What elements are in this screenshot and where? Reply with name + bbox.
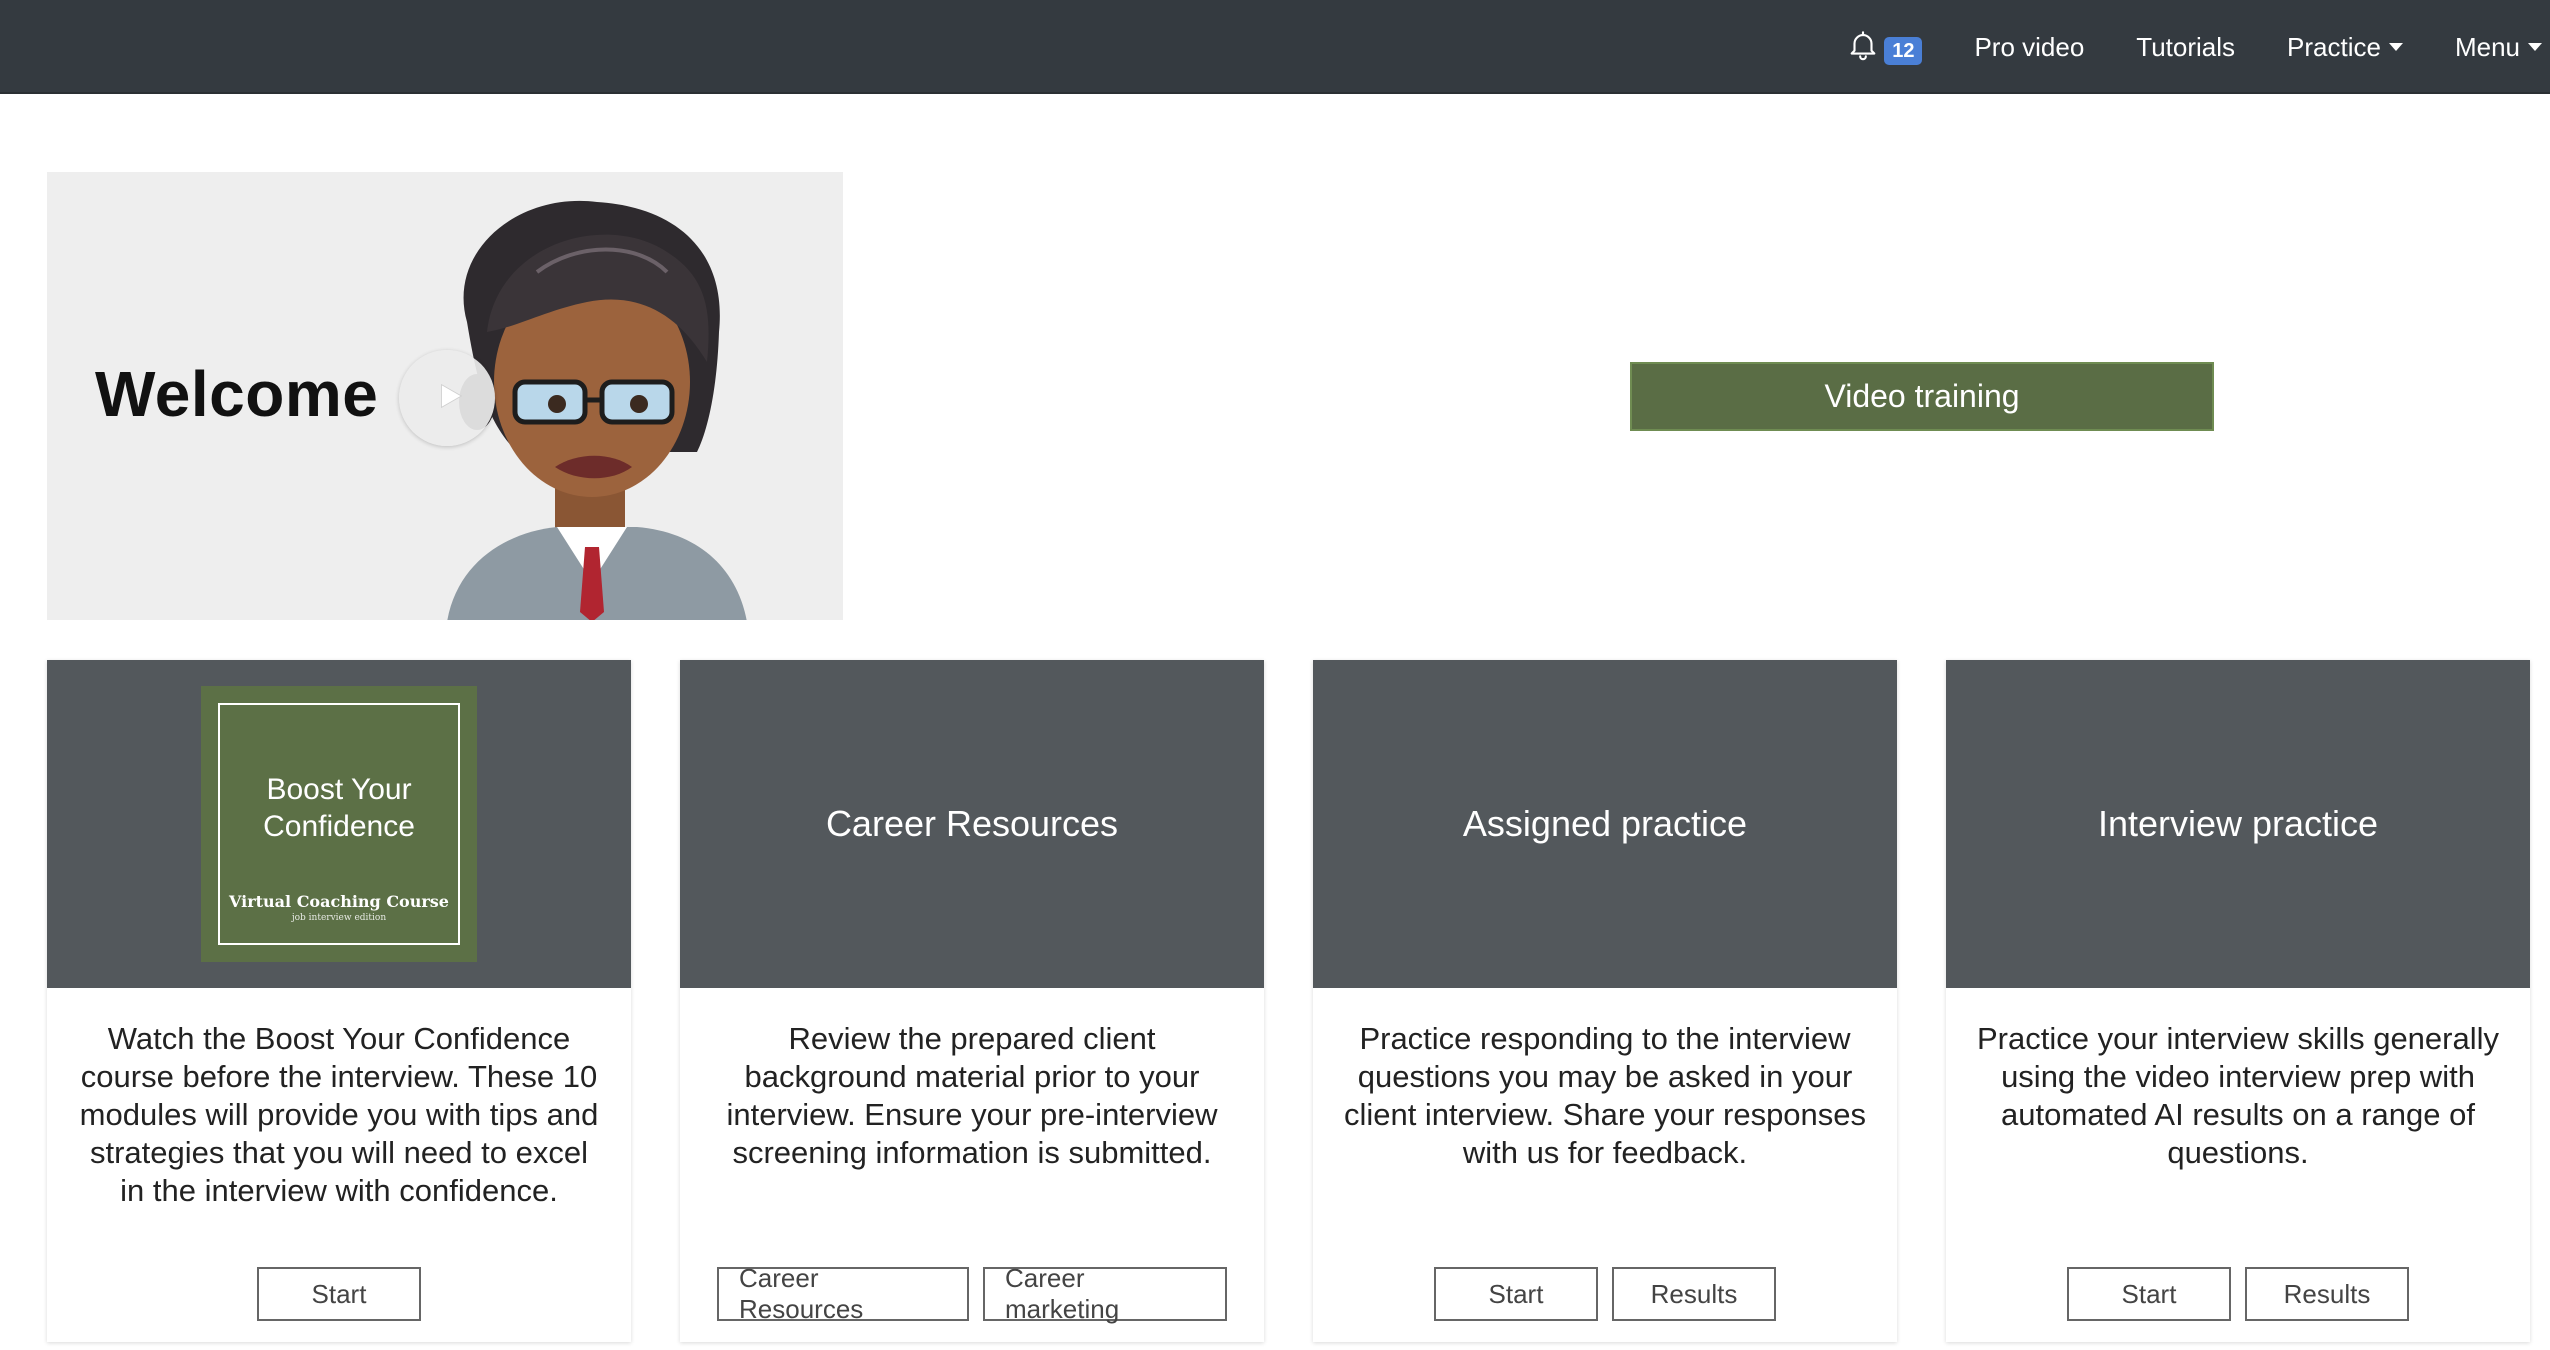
welcome-heading: Welcome: [95, 358, 379, 430]
card-actions: Start Results: [1946, 1267, 2530, 1321]
card-header: Boost Your Confidence Virtual Coaching C…: [47, 660, 631, 988]
course-cover-frame: Boost Your Confidence Virtual Coaching C…: [218, 703, 460, 945]
course-cover-title: Boost Your Confidence: [263, 773, 415, 843]
nav-tutorials[interactable]: Tutorials: [2136, 32, 2235, 63]
nav-pro-video[interactable]: Pro video: [1974, 32, 2084, 63]
play-button[interactable]: [399, 350, 495, 446]
caret-down-icon: [2388, 43, 2403, 51]
assigned-start-button[interactable]: Start: [1434, 1267, 1598, 1321]
bell-icon: [1846, 27, 1880, 68]
career-resources-button[interactable]: Career Resources: [717, 1263, 969, 1324]
card-boost-confidence: Boost Your Confidence Virtual Coaching C…: [47, 660, 631, 1342]
career-marketing-button[interactable]: Career marketing: [983, 1263, 1227, 1324]
card-title: Assigned practice: [1462, 803, 1748, 844]
navbar-links: 12 Pro video Tutorials Practice Menu: [1846, 0, 2542, 94]
notifications-button[interactable]: 12: [1846, 27, 1923, 68]
caret-down-icon: [2528, 43, 2542, 51]
card-career-resources: Career Resources Review the prepared cli…: [680, 660, 1264, 1342]
nav-practice-label: Practice: [2287, 31, 2381, 62]
card-title: Career Resources: [825, 803, 1119, 844]
card-description: Review the prepared client background ma…: [726, 1021, 1218, 1170]
course-cover[interactable]: Boost Your Confidence Virtual Coaching C…: [201, 686, 477, 962]
assigned-results-button[interactable]: Results: [1612, 1267, 1776, 1321]
card-assigned-practice: Assigned practice Practice responding to…: [1313, 660, 1897, 1342]
card-actions: Start: [47, 1267, 631, 1321]
card-header: Interview practice: [1946, 660, 2530, 988]
course-cover-caption: job interview edition: [291, 913, 387, 923]
welcome-video[interactable]: Welcome: [47, 172, 843, 620]
card-description: Watch the Boost Your Confidence course b…: [79, 1021, 599, 1208]
card-actions: Career Resources Career marketing: [680, 1263, 1264, 1324]
course-cover-subtitle: Virtual Coaching Course: [229, 892, 449, 911]
nav-practice-dropdown[interactable]: Practice: [2287, 32, 2403, 63]
card-actions: Start Results: [1313, 1267, 1897, 1321]
notification-count-badge: 12: [1884, 37, 1923, 65]
interview-start-button[interactable]: Start: [2067, 1267, 2231, 1321]
card-interview-practice: Interview practice Practice your intervi…: [1946, 660, 2530, 1342]
play-icon: [427, 379, 467, 418]
card-description: Practice responding to the interview que…: [1343, 1021, 1867, 1170]
boost-start-button[interactable]: Start: [257, 1267, 421, 1321]
top-navbar: 12 Pro video Tutorials Practice Menu: [0, 0, 2550, 94]
card-header: Career Resources: [680, 660, 1264, 988]
nav-menu-label: Menu: [2454, 31, 2520, 62]
interview-results-button[interactable]: Results: [2245, 1267, 2409, 1321]
nav-menu-dropdown[interactable]: Menu: [2455, 32, 2542, 63]
video-training-button[interactable]: Video training: [1630, 362, 2214, 431]
card-header: Assigned practice: [1313, 660, 1897, 988]
card-description: Practice your interview skills generally…: [1976, 1021, 2500, 1170]
card-title: Interview practice: [2097, 803, 2379, 844]
